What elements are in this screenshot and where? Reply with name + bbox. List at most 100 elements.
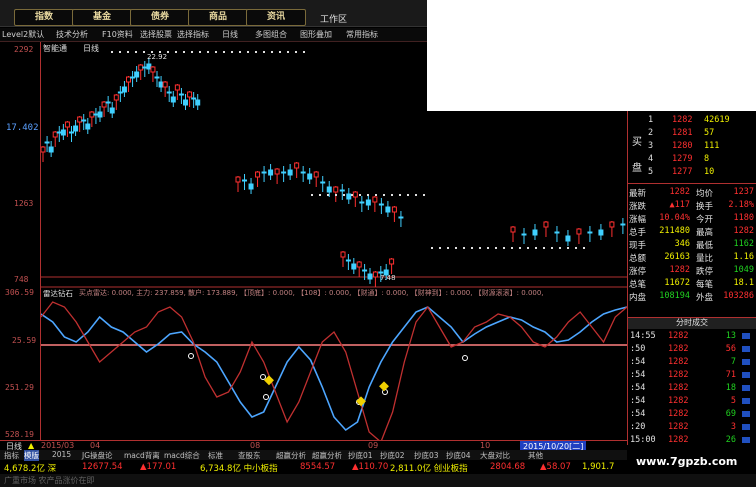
indicator-tab[interactable]: 指标	[4, 450, 19, 461]
tick-time: :54	[630, 357, 646, 367]
quote-value: ▲117	[669, 200, 690, 210]
tb-select-indicator[interactable]: 选择指标	[177, 29, 209, 40]
menu-bond[interactable]: 债券	[130, 9, 190, 26]
ob-level: 1	[648, 115, 654, 125]
quote-value: 18.1	[733, 278, 754, 288]
tb-f10[interactable]: F10资料	[102, 29, 133, 40]
orderbook-row[interactable]: 3 1280 111	[628, 141, 756, 152]
tick-header[interactable]: 分时成交	[676, 317, 708, 328]
high-marker-dot	[111, 51, 113, 53]
candle-body	[191, 97, 197, 100]
high-price-label: 22.92	[147, 53, 168, 61]
menu-news[interactable]: 资讯	[246, 9, 306, 26]
indicator-tab[interactable]: JG操盘论	[82, 450, 113, 461]
workarea-label[interactable]: 工作区	[320, 12, 347, 25]
tick-volume: 3	[730, 422, 736, 432]
main-force-line	[40, 301, 628, 444]
high-marker-dot	[343, 194, 345, 196]
ticker-gem-change: ▲58.07	[540, 462, 571, 472]
quote-row: 总手 211480 最高 1282	[628, 226, 756, 238]
indicator-tab[interactable]: macd综合	[164, 450, 200, 461]
high-marker-dot	[583, 247, 585, 249]
price-axis-label: 17.402	[6, 123, 39, 133]
tb-daily[interactable]: 日线	[222, 29, 238, 40]
tb-level2[interactable]: Level2默认	[2, 29, 44, 40]
candle-body	[187, 91, 193, 98]
indicator-tab[interactable]: 抄底01	[348, 450, 373, 461]
tick-volume: 13	[725, 331, 736, 341]
candle-body	[521, 233, 527, 236]
indicator-tab[interactable]: 模版	[24, 450, 39, 461]
indicator-tab[interactable]: macd背离	[124, 450, 160, 461]
date-label: 2015/03	[41, 441, 75, 450]
tb-overlay[interactable]: 图形叠加	[300, 29, 332, 40]
indicator-tab[interactable]: 超赢分析	[312, 450, 342, 461]
ticker-gem-index: 2804.68	[490, 462, 526, 472]
indicator-tab[interactable]: 抄底03	[414, 450, 439, 461]
high-marker-dot	[319, 194, 321, 196]
menu-index[interactable]: 指数	[14, 9, 74, 26]
tick-volume: 71	[725, 370, 736, 380]
high-marker-dot	[415, 194, 417, 196]
quote-row: 总额 26163 量比 1.16	[628, 252, 756, 264]
indicator-tab[interactable]: 其他	[528, 450, 543, 461]
chart-area[interactable]: 智能通 日线 22.92 7.48 雷达钻石 买点雷达: 0.000, 主力: …	[40, 42, 692, 444]
orderbook-row[interactable]: 1 1282 42619	[628, 115, 756, 126]
ticker-sz-index: 12677.54	[82, 462, 123, 472]
high-marker-dot	[439, 247, 441, 249]
high-marker-dot	[191, 51, 193, 53]
tb-tech[interactable]: 技术分析	[56, 29, 88, 40]
candle-body	[146, 63, 152, 70]
indicator-tab[interactable]: 2015	[52, 450, 71, 459]
menu-fund[interactable]: 基金	[72, 9, 132, 26]
quote-label: 总笔	[629, 280, 647, 290]
candle-body	[142, 66, 148, 69]
tb-select-stock[interactable]: 选择股票	[140, 29, 172, 40]
indicator-tab[interactable]: 标准	[208, 450, 223, 461]
tick-volume: 18	[725, 383, 736, 393]
orderbook-row[interactable]: 4 1279 8	[628, 154, 756, 165]
tb-multi-chart[interactable]: 多图组合	[255, 29, 287, 40]
tick-volume: 56	[725, 344, 736, 354]
high-marker-dot	[231, 51, 233, 53]
candle-body	[134, 71, 140, 78]
candle-body	[174, 84, 180, 91]
candle-body	[113, 94, 119, 101]
candle-body	[313, 171, 319, 178]
candle-body	[235, 176, 241, 183]
tick-volume: 69	[725, 409, 736, 419]
orderbook-row[interactable]: 5 1277 10	[628, 167, 756, 178]
high-marker-dot	[447, 247, 449, 249]
tick-volume: 5	[730, 396, 736, 406]
indicator-tab[interactable]: 抄底02	[380, 450, 405, 461]
quote-value: 211480	[659, 226, 690, 236]
high-marker-dot	[223, 51, 225, 53]
indicator-tab[interactable]: 大盘对比	[480, 450, 510, 461]
tb-common-indicator[interactable]: 常用指标	[346, 29, 378, 40]
ticker-sz-change: ▲177.01	[140, 462, 177, 472]
indicator-tab[interactable]: 超赢分析	[276, 450, 306, 461]
tick-row: :54 1282 71	[628, 370, 756, 381]
orderbook-row[interactable]: 2 1281 57	[628, 128, 756, 139]
ticker-sme-index: 8554.57	[300, 462, 336, 472]
high-marker-dot	[279, 51, 281, 53]
tick-row: :54 1282 5	[628, 396, 756, 407]
candle-body	[130, 76, 136, 79]
candle-body	[372, 271, 378, 278]
candle-body	[48, 146, 54, 153]
high-marker-dot	[167, 51, 169, 53]
indicator-tab[interactable]: 抄底04	[446, 450, 471, 461]
candle-body	[121, 86, 127, 93]
ob-volume: 57	[704, 128, 715, 138]
high-marker-dot	[207, 51, 209, 53]
candle-body	[598, 229, 604, 236]
date-label: 04	[90, 441, 101, 450]
candle-body	[300, 171, 306, 174]
indicator-axis-label: 25.59	[12, 336, 37, 345]
indicator-tab[interactable]: 查股东	[238, 450, 261, 461]
high-marker-dot	[175, 51, 177, 53]
candle-body	[81, 119, 87, 122]
candle-body	[307, 173, 313, 180]
candle-body	[320, 181, 326, 184]
menu-commodity[interactable]: 商品	[188, 9, 248, 26]
